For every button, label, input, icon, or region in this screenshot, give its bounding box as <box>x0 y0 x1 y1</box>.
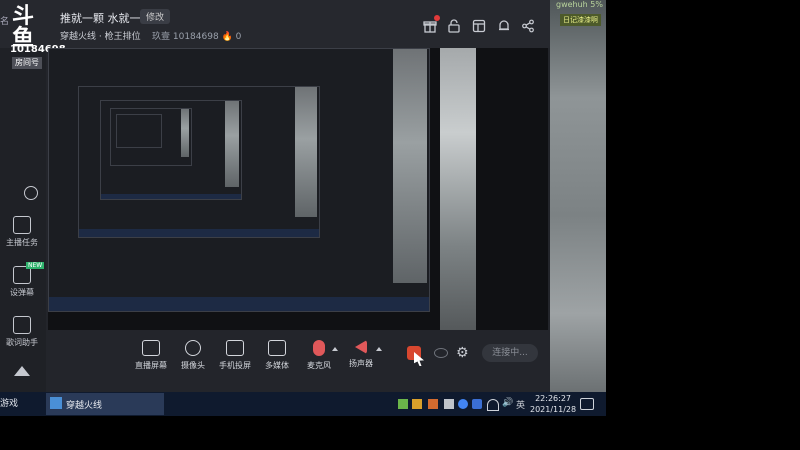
toolbar-label: 摄像头 <box>181 361 205 370</box>
tray-app3-icon[interactable] <box>444 399 454 409</box>
camera-badge: 日记漆漆啊 <box>560 14 601 26</box>
layout-icon[interactable] <box>472 18 486 33</box>
camera-feed-nested <box>440 48 476 330</box>
ime-indicator[interactable]: 英 <box>516 398 525 411</box>
google-icon[interactable] <box>458 399 468 409</box>
toolbar-label: 扬声器 <box>349 359 373 368</box>
category-label[interactable]: 穿越火线 · 枪王排位 <box>60 29 141 42</box>
stream-preview[interactable] <box>48 48 548 330</box>
logo-sub: 房间号 <box>12 57 42 69</box>
nvidia-icon[interactable] <box>398 399 408 409</box>
gift-icon[interactable] <box>423 15 440 33</box>
sidebar-item-label: 设弹幕 <box>10 288 34 297</box>
lyrics-icon <box>13 316 31 334</box>
nested-capture-5 <box>116 114 162 148</box>
toolbar-camera[interactable]: 摄像头 <box>170 340 216 371</box>
sidebar-item-lyrics[interactable]: 歌词助手 <box>2 316 42 348</box>
volume-icon[interactable]: 🔊 <box>502 398 513 408</box>
sidebar-item-danmu[interactable]: 设弹幕 NEW <box>2 262 45 298</box>
bell-icon[interactable] <box>497 18 511 32</box>
sidebar-item-label: 歌词助手 <box>6 338 38 347</box>
crossfire-app-icon <box>50 397 62 409</box>
toolbar-microphone[interactable]: 麦克风 <box>296 340 342 371</box>
clipboard-icon <box>13 216 31 234</box>
douyu-logo: 斗鱼 房间号 <box>12 6 54 69</box>
sidebar-item-label: 主播任务 <box>6 238 38 247</box>
shield-icon[interactable] <box>472 399 482 409</box>
camera-tag: gwehuh 5% <box>556 0 603 9</box>
stream-title: 推就一颗 水就一枪 <box>60 12 152 25</box>
gear-icon[interactable]: ⚙ <box>456 346 470 360</box>
tray-app2-icon[interactable] <box>428 399 438 409</box>
screen-icon <box>142 340 160 356</box>
notification-dot <box>434 15 440 21</box>
more-icon[interactable] <box>24 186 38 200</box>
eye-icon[interactable] <box>434 348 448 358</box>
phone-cast-icon <box>226 340 244 356</box>
toolbar-media[interactable]: 多媒体 <box>254 340 300 371</box>
cut-name: 名 <box>0 17 10 27</box>
taskbar-start[interactable]: 游戏 <box>0 396 18 409</box>
edit-title-button[interactable]: 修改 <box>140 9 171 24</box>
toolbar-phone-cast[interactable]: 手机投屏 <box>212 340 258 371</box>
room-stats: 玖壹 10184698 🔥 0 <box>152 32 242 42</box>
speaker-icon <box>355 340 367 354</box>
toolbar-speaker[interactable]: 扬声器 <box>338 340 384 369</box>
new-badge: NEW <box>26 262 45 269</box>
taskbar-app[interactable] <box>46 393 164 415</box>
clock-date: 2021/11/28 <box>530 405 577 414</box>
boat-icon[interactable] <box>14 366 30 376</box>
media-icon <box>268 340 286 356</box>
toolbar-label: 麦克风 <box>307 361 331 370</box>
toolbar-label: 手机投屏 <box>219 361 251 370</box>
clock-time: 22:26:27 <box>535 394 572 403</box>
toolbar-label: 多媒体 <box>265 361 289 370</box>
taskbar-app-label: 穿越火线 <box>66 401 103 411</box>
sidebar-item-tasks[interactable]: 主播任务 <box>2 216 42 248</box>
share-icon[interactable] <box>521 18 535 33</box>
connect-button[interactable]: 连接中... <box>482 344 538 362</box>
tray-app-icon[interactable] <box>412 399 422 409</box>
camera-feed <box>550 0 606 392</box>
taskbar-clock[interactable]: 22:26:27 2021/11/28 <box>530 393 576 415</box>
camera-icon <box>185 340 201 356</box>
microphone-icon <box>313 340 325 356</box>
notification-icon[interactable] <box>580 398 594 410</box>
toolbar-label: 直播屏幕 <box>135 361 167 370</box>
lock-icon[interactable] <box>447 18 461 33</box>
toolbar-screen[interactable]: 直播屏幕 <box>128 340 174 371</box>
speaker-caret-icon[interactable] <box>376 347 382 351</box>
wifi-icon[interactable] <box>487 399 499 411</box>
